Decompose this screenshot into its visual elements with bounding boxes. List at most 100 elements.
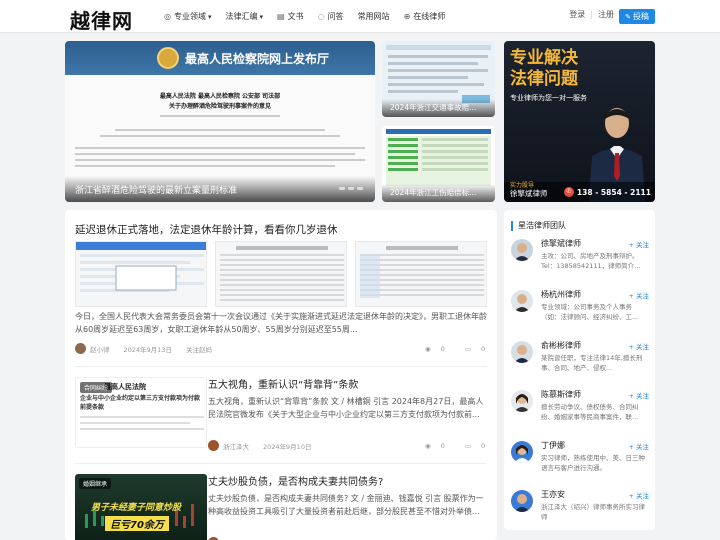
- post-image[interactable]: [215, 241, 347, 307]
- ad-title-line: 法律问题: [510, 69, 578, 89]
- lawyer-name[interactable]: 丁伊娜: [541, 440, 565, 451]
- main-carousel-slide[interactable]: 最高人民检察院网上发布厅 最高人民法院 最高人民检察院 公安部 司法部 关于办理…: [65, 41, 375, 202]
- ad-phone[interactable]: ✆ 138 - 5854 - 2111: [563, 187, 651, 197]
- lawyer-card[interactable]: 俞彬彬律师 + 关注 某院曾任职，专注法律14年,擅长刑事、合同、地产、侵权..…: [511, 339, 651, 387]
- comments-value: 0: [480, 345, 486, 353]
- nav-item-online-lawyer[interactable]: ⊕ 在线律师: [404, 11, 446, 22]
- likes-count[interactable]: ☆0: [495, 442, 497, 450]
- chevron-down-icon: ▾: [259, 12, 264, 21]
- lawyer-bio: 专业领域：公司事务及个人事务（如：法律顾问、经济纠纷、工...: [541, 303, 639, 321]
- lawyer-name[interactable]: 王亦安: [541, 489, 565, 500]
- nav-item-websites[interactable]: 常用网站: [358, 11, 390, 22]
- thumb-headline: 巨亏70余万: [105, 516, 169, 531]
- lawyer-bio: 实习律师，熟练使用中、美、日三种语言与客户进行沟通。: [541, 454, 645, 472]
- lawyer-name[interactable]: 杨杭州律师: [541, 289, 581, 300]
- category-tag[interactable]: 合同纠纷: [80, 382, 113, 393]
- category-tag[interactable]: 婚姻继承: [79, 478, 112, 489]
- chat-icon: ◌: [317, 12, 325, 21]
- lawyer-avatar[interactable]: [511, 490, 533, 512]
- lawyer-card[interactable]: 陈慕斯律师 + 关注 擅长劳动争议、债权债务、合同纠纷、婚姻家事等民商事案件，联…: [511, 388, 651, 436]
- small-banner-injury[interactable]: 2024年浙江工伤赔偿标...: [382, 126, 495, 202]
- document-icon: ▤: [277, 12, 285, 21]
- post-date: 2024年9月10日: [263, 442, 312, 451]
- post-excerpt: 丈夫炒股负债，是否构成夫妻共同债务? 文 / 金丽迪、钱嘉悦 引言 股票作为一种…: [208, 494, 484, 516]
- ad-title-line: 专业解决: [510, 48, 578, 68]
- eye-icon: ◉: [425, 345, 431, 353]
- lawyer-name[interactable]: 俞彬彬律师: [541, 340, 581, 351]
- auth-separator: |: [590, 10, 593, 19]
- nav-item-practice-areas[interactable]: ◎ 专业领域 ▾: [164, 11, 212, 22]
- table-screenshot: [220, 246, 344, 301]
- post-image[interactable]: [355, 241, 487, 307]
- lawyer-name[interactable]: 徐擎斌律师: [541, 238, 581, 249]
- doc-text-line: [75, 159, 365, 161]
- nav-label: 专业领域: [173, 12, 206, 21]
- table-screenshot: [360, 246, 484, 298]
- banner-header-text: 最高人民检察院网上发布厅: [185, 52, 330, 66]
- banner-caption-text: 2024年浙江交通事故赔...: [390, 103, 477, 112]
- post-meta: 浙江泽大 2024年9月10日: [208, 440, 311, 451]
- post-button[interactable]: ✎ 投稿: [619, 9, 655, 24]
- top-header: 越律网 ◎ 专业领域 ▾ 法律汇编 ▾ ▤ 文书 ◌ 问答 常用网站 ⊕ 在线律…: [0, 0, 720, 33]
- lawyer-card[interactable]: 徐擎斌律师 + 关注 主攻：公司、房地产及刑事辩护。Tel：1385854211…: [511, 237, 651, 285]
- post-title[interactable]: 五大视角，重新认识“背靠背”条款: [208, 376, 358, 391]
- follow-button[interactable]: + 关注: [628, 390, 649, 400]
- nav-label: 问答: [327, 12, 344, 21]
- post-thumbnail[interactable]: 最高人民法院 企业与中小企业约定以第三方支付款项为付款前提条款 合同纠纷: [75, 377, 207, 448]
- small-banner-traffic[interactable]: 2024年浙江交通事故赔...: [382, 41, 495, 117]
- post-extra[interactable]: 关注赵妈: [186, 344, 212, 354]
- register-link[interactable]: 注册: [598, 9, 614, 20]
- follow-button[interactable]: + 关注: [628, 490, 649, 500]
- main-nav: ◎ 专业领域 ▾ 法律汇编 ▾ ▤ 文书 ◌ 问答 常用网站 ⊕ 在线律师: [164, 0, 459, 33]
- lawyer-name[interactable]: 陈慕斯律师: [541, 389, 581, 400]
- follow-button[interactable]: + 关注: [628, 290, 649, 300]
- post-excerpt: 五大视角，重新认识“背靠背”条款 文 / 林槽銅 引言 2024年8月27日，最…: [208, 397, 484, 419]
- lawyer-card[interactable]: 杨杭州律师 + 关注 专业领域：公司事务及个人事务（如：法律顾问、经济纠纷、工.…: [511, 288, 651, 336]
- post-title[interactable]: 丈夫炒股负债，是否构成夫妻共同债务?: [208, 473, 383, 488]
- thumb-line: [80, 416, 204, 418]
- post-divider: [75, 366, 487, 367]
- edit-icon: ✎: [625, 12, 631, 21]
- likes-count[interactable]: ☆0: [495, 345, 497, 353]
- carousel-dots[interactable]: [336, 187, 363, 190]
- sidebar-title: 星浩律师团队: [518, 221, 566, 230]
- author-avatar[interactable]: [208, 440, 219, 451]
- site-logo[interactable]: 越律网: [70, 5, 133, 34]
- lawyer-ad[interactable]: 专业解决 法律问题 专业律师为您一对一服务 实力股导 徐擎斌律师 ✆ 138 -…: [504, 41, 655, 202]
- lawyer-avatar[interactable]: [511, 239, 533, 261]
- banner-caption: 2024年浙江交通事故赔...: [382, 99, 495, 117]
- comments-count[interactable]: ▭ 0: [455, 442, 485, 450]
- nav-item-qa[interactable]: ◌ 问答: [318, 11, 344, 22]
- post-feed: 延迟退休正式落地，法定退休年龄计算，看看你几岁退休 今日，全国人民代表大会常务委…: [65, 210, 497, 540]
- nav-item-law-compilation[interactable]: 法律汇编 ▾: [226, 11, 264, 22]
- lawyer-card[interactable]: 丁伊娜 + 关注 实习律师，熟练使用中、美、日三种语言与客户进行沟通。: [511, 439, 651, 487]
- post-author[interactable]: 浙江泽大: [223, 441, 249, 451]
- ad-lawyer-name: 徐擎斌律师: [510, 189, 548, 198]
- nav-label: 文书: [287, 12, 304, 21]
- lawyer-avatar[interactable]: [511, 441, 533, 463]
- post-thumbnail[interactable]: 男子未经妻子同意炒股 巨亏70余万 婚姻继承: [75, 474, 207, 540]
- post-author[interactable]: 赵小律: [90, 344, 110, 354]
- follow-button[interactable]: + 关注: [628, 341, 649, 351]
- lawyer-avatar[interactable]: [511, 341, 533, 363]
- compass-icon: ◎: [164, 12, 171, 21]
- lawyer-avatar[interactable]: [511, 290, 533, 312]
- sidebar-heading: 星浩律师团队: [511, 220, 566, 231]
- banner-caption: 2024年浙江工伤赔偿标...: [382, 184, 495, 202]
- nav-item-documents[interactable]: ▤ 文书: [277, 11, 304, 22]
- lawyer-team-sidebar: 星浩律师团队 徐擎斌律师 + 关注 主攻：公司、房地产及刑事辩护。Tel：138…: [504, 210, 655, 530]
- follow-button[interactable]: + 关注: [628, 239, 649, 249]
- comment-icon: ▭: [464, 345, 471, 353]
- comments-count[interactable]: ▭ 0: [455, 345, 485, 353]
- spreadsheet-screenshot: [76, 242, 206, 292]
- login-link[interactable]: 登录: [569, 9, 585, 20]
- follow-button[interactable]: + 关注: [628, 441, 649, 451]
- post-stats: ◉0 ▭0 ☆0: [405, 442, 497, 450]
- thumb-subheading: 企业与中小企业约定以第三方支付款项为付款前提条款: [80, 395, 201, 411]
- post-title[interactable]: 延迟退休正式落地，法定退休年龄计算，看看你几岁退休: [75, 222, 338, 237]
- lawyer-card[interactable]: 王亦安 + 关注 浙江泽大（绍兴）律师事务所实习律师: [511, 488, 651, 530]
- lawyer-avatar[interactable]: [511, 390, 533, 412]
- doc-text-line: [75, 147, 365, 149]
- post-image[interactable]: [75, 241, 207, 307]
- author-avatar[interactable]: [75, 343, 86, 354]
